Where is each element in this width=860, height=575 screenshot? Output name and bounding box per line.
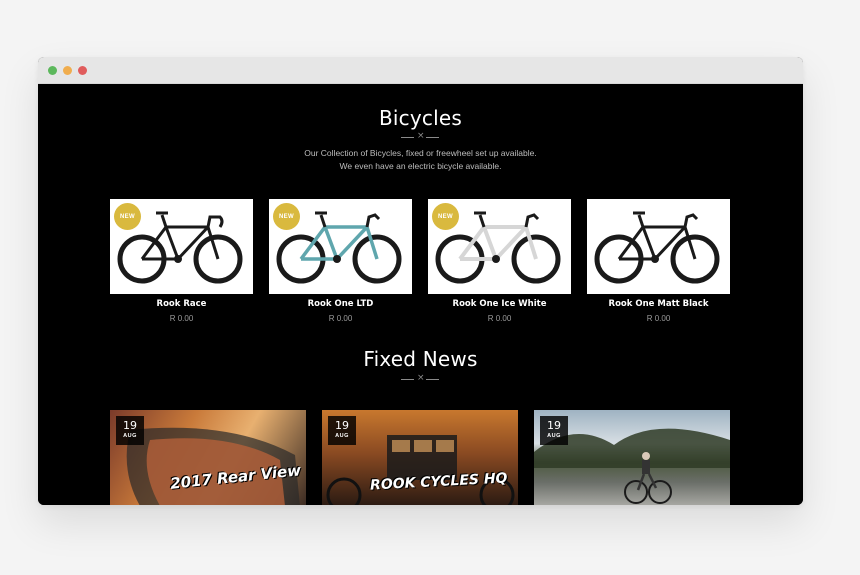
browser-titlebar bbox=[38, 57, 803, 84]
product-card[interactable]: NEW Rook Race R 0.00 bbox=[110, 199, 253, 323]
bicycles-subtitle-1: Our Collection of Bicycles, fixed or fre… bbox=[304, 148, 537, 158]
product-image[interactable] bbox=[587, 199, 730, 294]
new-badge: NEW bbox=[273, 203, 300, 230]
new-badge: NEW bbox=[432, 203, 459, 230]
window-dot-yellow[interactable] bbox=[63, 66, 72, 75]
news-card[interactable]: 19 AUG bbox=[534, 410, 730, 505]
news-card[interactable]: 2017 Rear View 19 AUG bbox=[110, 410, 306, 505]
product-card[interactable]: Rook One Matt Black R 0.00 bbox=[587, 199, 730, 323]
product-price: R 0.00 bbox=[487, 314, 512, 323]
window-dot-red[interactable] bbox=[78, 66, 87, 75]
product-price: R 0.00 bbox=[328, 314, 353, 323]
product-card[interactable]: NEW Rook One LTD R 0.00 bbox=[269, 199, 412, 323]
bicycles-title: Bicycles bbox=[379, 106, 462, 130]
date-badge: 19 AUG bbox=[116, 416, 144, 445]
news-divider: × bbox=[401, 373, 439, 384]
product-image[interactable]: NEW bbox=[428, 199, 571, 294]
product-name[interactable]: Rook Race bbox=[110, 299, 253, 309]
product-image[interactable]: NEW bbox=[110, 199, 253, 294]
date-badge: 19 AUG bbox=[540, 416, 568, 445]
product-name[interactable]: Rook One LTD bbox=[269, 299, 412, 309]
news-card[interactable]: ROOK CYCLES HQ 19 AUG bbox=[322, 410, 518, 505]
browser-window: Bicycles × Our Collection of Bicycles, f… bbox=[38, 57, 803, 505]
product-price: R 0.00 bbox=[169, 314, 194, 323]
news-title: Fixed News bbox=[363, 347, 478, 371]
window-dot-green[interactable] bbox=[48, 66, 57, 75]
bicycle-icon bbox=[594, 211, 720, 284]
bicycles-divider: × bbox=[401, 131, 439, 142]
product-card[interactable]: NEW Rook One Ice White R 0.00 bbox=[428, 199, 571, 323]
date-badge: 19 AUG bbox=[328, 416, 356, 445]
product-name[interactable]: Rook One Matt Black bbox=[587, 299, 730, 309]
new-badge: NEW bbox=[114, 203, 141, 230]
product-name[interactable]: Rook One Ice White bbox=[428, 299, 571, 309]
bicycles-subtitle-2: We even have an electric bicycle availab… bbox=[339, 161, 502, 171]
product-price: R 0.00 bbox=[646, 314, 671, 323]
page-content: Bicycles × Our Collection of Bicycles, f… bbox=[38, 84, 803, 505]
product-image[interactable]: NEW bbox=[269, 199, 412, 294]
